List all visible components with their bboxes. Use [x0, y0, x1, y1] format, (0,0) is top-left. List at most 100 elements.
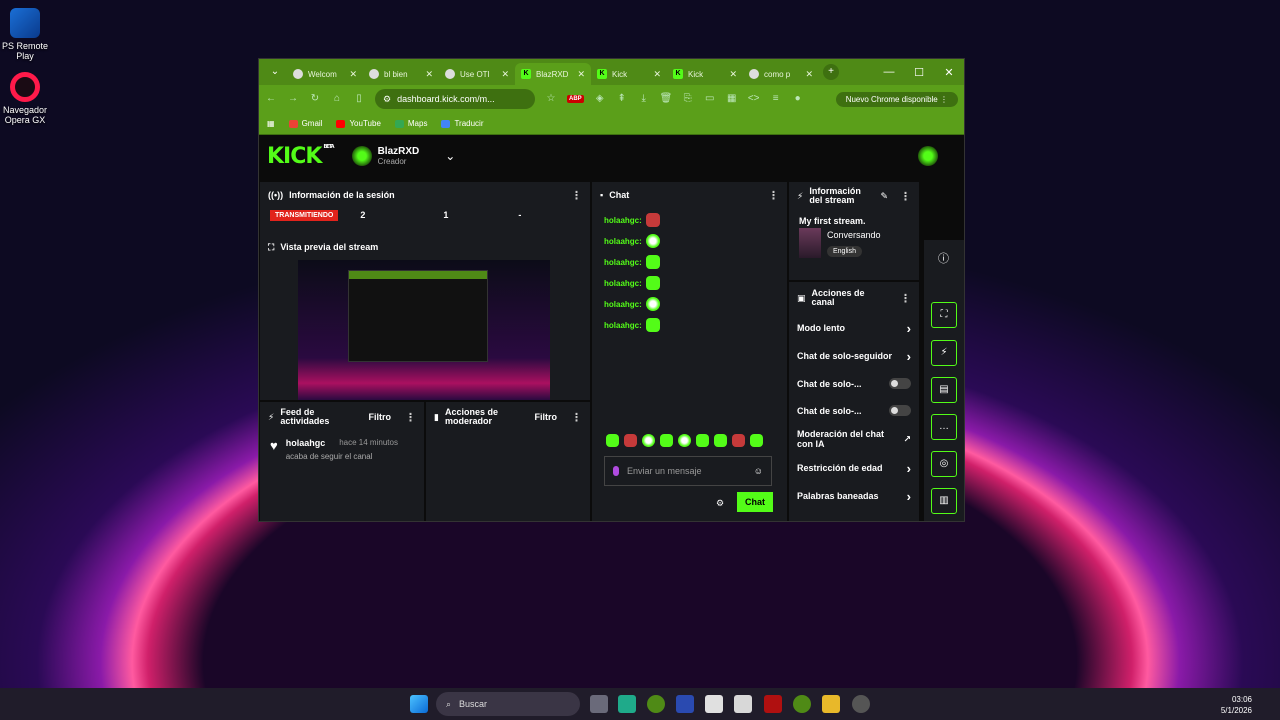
grid-icon[interactable]: ▦ [726, 93, 738, 105]
stream-preview-video[interactable] [298, 260, 550, 400]
task-view-icon[interactable] [590, 695, 608, 713]
followers-only-row[interactable]: Chat de solo-seguidor › [789, 342, 919, 370]
maximize-button[interactable]: ☐ [904, 66, 934, 79]
chat-username[interactable]: holaahgc: [604, 216, 642, 225]
download-icon[interactable]: ⤓ [638, 93, 650, 105]
new-tab-button[interactable]: + [823, 64, 839, 80]
emote-icon[interactable] [696, 434, 709, 447]
opera-gx-shortcut[interactable]: Navegador Opera GX [0, 72, 50, 125]
translate-icon[interactable]: ⎘ [682, 93, 694, 105]
raid-icon[interactable]: ▥ [931, 488, 957, 514]
tab[interactable]: Welcom ✕ [287, 63, 363, 85]
gear-icon[interactable]: ⚙ [716, 498, 724, 509]
forward-icon[interactable]: → [287, 93, 299, 105]
update-chrome-button[interactable]: Nuevo Chrome disponible ⋮ [835, 91, 958, 107]
tab-search-button[interactable]: ⌄ [267, 64, 283, 80]
toggle-switch[interactable] [889, 405, 911, 416]
more-options-icon[interactable]: ⋮ [768, 189, 779, 202]
emote-icon[interactable] [642, 434, 655, 447]
tab[interactable]: K Kick ✕ [591, 63, 667, 85]
system-clock[interactable]: 03:06 5/1/2026 [1221, 694, 1252, 716]
tab[interactable]: bl bien ✕ [363, 63, 439, 85]
home-icon[interactable]: ⌂ [331, 93, 343, 105]
bookmark-youtube[interactable]: YouTube [336, 119, 381, 128]
emote-icon[interactable] [714, 434, 727, 447]
trash-icon[interactable]: 🗑 [660, 93, 673, 105]
chat-username[interactable]: holaahgc: [604, 258, 642, 267]
feed-user[interactable]: holaahgc [286, 438, 326, 448]
site-info-icon[interactable]: ⚙ [383, 94, 391, 105]
windows-start-icon[interactable] [410, 695, 428, 713]
store-icon[interactable] [734, 695, 752, 713]
steam-icon[interactable] [852, 695, 870, 713]
adobe-icon[interactable] [705, 695, 723, 713]
extension-icon[interactable]: ⇞ [616, 93, 628, 105]
close-tab-icon[interactable]: ✕ [805, 69, 813, 80]
side-panel-icon[interactable]: ▯ [353, 93, 365, 105]
emote-icon[interactable] [678, 434, 691, 447]
more-options-icon[interactable]: ⋮ [900, 292, 911, 305]
code-icon[interactable]: <> [748, 93, 760, 105]
bookmark-maps[interactable]: Maps [394, 119, 427, 128]
age-restriction-row[interactable]: Restricción de edad › [789, 454, 919, 482]
profile-icon[interactable]: ● [792, 93, 804, 105]
apps-grid-icon[interactable]: ▦ [267, 119, 275, 128]
banned-words-row[interactable]: Palabras baneadas › [789, 482, 919, 510]
tab[interactable]: como p ✕ [743, 63, 819, 85]
more-options-icon[interactable]: ⋮ [571, 189, 582, 202]
tab-active[interactable]: K BlazRXD ✕ [515, 63, 591, 85]
tab[interactable]: K Kick ✕ [667, 63, 743, 85]
emote-icon[interactable] [732, 434, 745, 447]
chat-username[interactable]: holaahgc: [604, 237, 642, 246]
back-icon[interactable]: ← [265, 93, 277, 105]
more-options-icon[interactable]: ⋮ [571, 411, 582, 424]
bookmark-gmail[interactable]: Gmail [288, 119, 322, 128]
tab[interactable]: Use OTI ✕ [439, 63, 515, 85]
filter-button[interactable]: Filtro [535, 412, 558, 422]
acrobat-icon[interactable] [764, 695, 782, 713]
close-window-button[interactable]: ✕ [934, 66, 964, 79]
more-options-icon[interactable]: ⋮ [405, 411, 416, 424]
reading-list-icon[interactable]: ≡ [770, 93, 782, 105]
broadcast-icon[interactable]: ◎ [931, 451, 957, 477]
widgets-icon[interactable] [618, 695, 636, 713]
emote-icon[interactable] [750, 434, 763, 447]
bookmark-star-icon[interactable]: ☆ [545, 93, 557, 105]
kick-logo[interactable]: KICK BETA [267, 144, 335, 169]
chat-bubble-icon[interactable]: … [931, 414, 957, 440]
toggle-switch[interactable] [889, 378, 911, 389]
extension-icon[interactable]: ◈ [594, 93, 606, 105]
close-tab-icon[interactable]: ✕ [425, 69, 433, 80]
reload-icon[interactable]: ↻ [309, 93, 321, 105]
close-tab-icon[interactable]: ✕ [501, 69, 509, 80]
slow-mode-row[interactable]: Modo lento › [789, 314, 919, 342]
app-icon[interactable] [676, 695, 694, 713]
more-options-icon[interactable]: ⋮ [900, 190, 911, 203]
emote-icon[interactable] [624, 434, 637, 447]
close-tab-icon[interactable]: ✕ [349, 69, 357, 80]
bolt-icon[interactable]: ⚡ [931, 340, 957, 366]
minimize-button[interactable]: — [874, 66, 904, 79]
chat-username[interactable]: holaahgc: [604, 300, 642, 309]
chat-username[interactable]: holaahgc: [604, 321, 642, 330]
address-bar[interactable]: ⚙ dashboard.kick.com/m... [375, 89, 535, 109]
bookmark-translate[interactable]: Traducir [441, 119, 484, 128]
ps-remote-play-shortcut[interactable]: PS Remote Play [0, 8, 50, 61]
taskbar-search[interactable]: ⌕ Buscar [436, 692, 580, 716]
cast-icon[interactable]: ▭ [704, 93, 716, 105]
close-tab-icon[interactable]: ✕ [577, 69, 585, 80]
chat-input[interactable]: Enviar un mensaje ☺ [604, 456, 772, 486]
file-explorer-icon[interactable] [822, 695, 840, 713]
channel-switcher[interactable]: BlazRXD Creador ⌄ [351, 146, 455, 166]
info-icon[interactable]: ⓘ [938, 250, 949, 266]
edit-icon[interactable]: ✎ [880, 191, 888, 202]
filter-button[interactable]: Filtro [369, 412, 392, 422]
emoji-picker-icon[interactable]: ☺ [754, 466, 763, 476]
adblock-extension-icon[interactable]: ABP [567, 95, 584, 103]
close-tab-icon[interactable]: ✕ [729, 69, 737, 80]
clip-icon[interactable]: ⛶ [931, 302, 957, 328]
notes-icon[interactable]: ▤ [931, 377, 957, 403]
emote-icon[interactable] [606, 434, 619, 447]
ai-moderation-row[interactable]: Moderación del chat con IA ↗ [789, 424, 919, 454]
send-chat-button[interactable]: Chat [737, 492, 773, 512]
